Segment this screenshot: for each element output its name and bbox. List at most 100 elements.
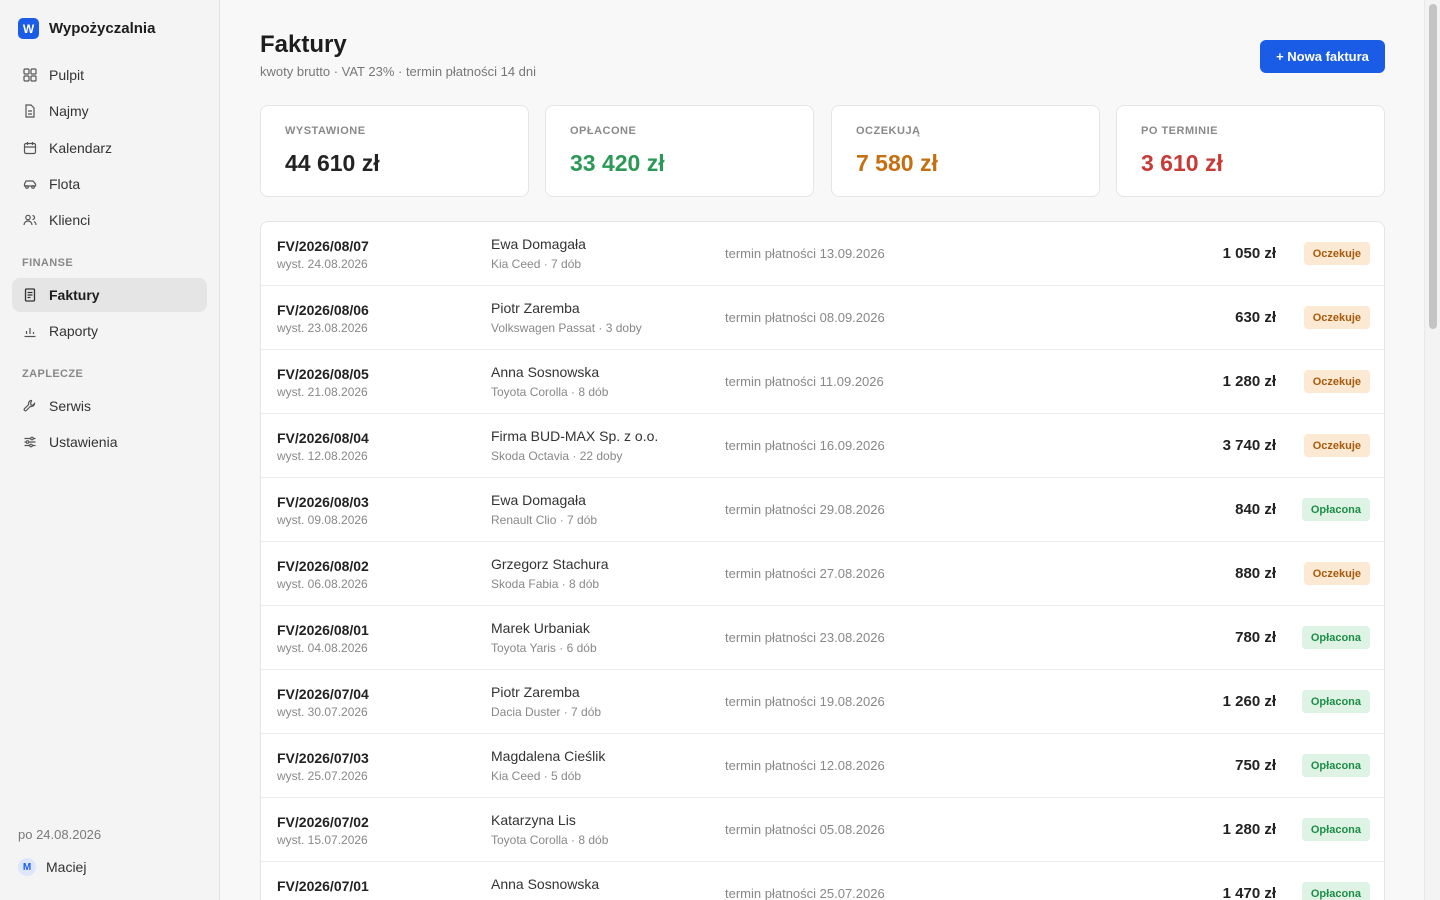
scrollbar-thumb[interactable] <box>1429 4 1437 329</box>
table-row[interactable]: FV/2026/07/01 Anna Sosnowska termin płatno… <box>261 862 1384 900</box>
due-date: termin płatności 12.08.2026 <box>725 758 885 773</box>
sidebar-item-klienci[interactable]: Klienci <box>12 203 207 237</box>
table-row[interactable]: FV/2026/08/07 wyst. 24.08.2026 Ewa Domagał… <box>261 222 1384 286</box>
section-finanse: FINANSE <box>22 257 74 269</box>
sidebar-item-pulpit[interactable]: Pulpit <box>12 58 207 92</box>
table-row[interactable]: FV/2026/07/02 wyst. 15.07.2026 Katarzyna L… <box>261 798 1384 862</box>
document-icon <box>23 104 37 118</box>
brand[interactable]: W Wypożyczalnia <box>18 18 155 39</box>
scrollbar[interactable] <box>1424 0 1440 900</box>
bar-chart-icon <box>23 324 37 338</box>
grid-icon <box>23 68 37 82</box>
invoice-number: FV/2026/08/03 <box>277 494 369 510</box>
sidebar-item-label: Najmy <box>49 103 89 119</box>
stat-card-pending: OCZEKUJĄ 7 580 zł <box>831 105 1100 197</box>
invoice-amount: 1 280 zł <box>1222 821 1276 838</box>
issue-date: wyst. 09.08.2026 <box>277 513 368 527</box>
due-date: termin płatności 19.08.2026 <box>725 694 885 709</box>
brand-logo: W <box>18 18 39 39</box>
stat-value: 7 580 zł <box>856 150 938 176</box>
user-menu[interactable]: M Maciej <box>18 858 86 876</box>
invoice-number: FV/2026/08/06 <box>277 302 369 318</box>
sidebar: W Wypożyczalnia Pulpit Najmy Kalendarz F… <box>0 0 220 900</box>
invoice-number: FV/2026/07/01 <box>277 878 369 894</box>
status-badge: Opłacona <box>1301 754 1370 777</box>
section-zaplecze: ZAPLECZE <box>22 368 84 380</box>
due-date: termin płatności 27.08.2026 <box>725 566 885 581</box>
stat-label: OPŁACONE <box>570 125 637 137</box>
sidebar-item-flota[interactable]: Flota <box>12 167 207 201</box>
stat-value: 44 610 zł <box>285 150 380 176</box>
sidebar-item-faktury[interactable]: Faktury <box>12 278 207 312</box>
client-name: Grzegorz Stachura <box>491 556 609 572</box>
table-row[interactable]: FV/2026/07/03 wyst. 25.07.2026 Magdalena C… <box>261 734 1384 798</box>
sidebar-item-label: Kalendarz <box>49 140 113 156</box>
table-row[interactable]: FV/2026/08/06 wyst. 23.08.2026 Piotr Zarem… <box>261 286 1384 350</box>
sliders-icon <box>23 435 37 449</box>
invoice-number: FV/2026/08/05 <box>277 366 369 382</box>
table-row[interactable]: FV/2026/08/01 wyst. 04.08.2026 Marek Urban… <box>261 606 1384 670</box>
status-badge: Opłacona <box>1301 626 1370 649</box>
user-name: Maciej <box>46 859 87 875</box>
status-badge: Oczekuje <box>1303 434 1370 457</box>
sidebar-item-label: Raporty <box>49 323 99 339</box>
client-name: Ewa Domagała <box>491 236 586 252</box>
rental-details: Toyota Yaris · 6 dób <box>491 641 597 655</box>
client-name: Anna Sosnowska <box>491 364 600 380</box>
invoice-amount: 880 zł <box>1235 565 1276 582</box>
sidebar-item-raporty[interactable]: Raporty <box>12 314 207 348</box>
status-badge: Opłacona <box>1301 498 1370 521</box>
status-badge: Opłacona <box>1301 690 1370 713</box>
sidebar-item-label: Serwis <box>49 398 92 414</box>
stat-value: 3 610 zł <box>1141 150 1223 176</box>
issue-date: wyst. 21.08.2026 <box>277 385 368 399</box>
status-badge: Oczekuje <box>1303 306 1370 329</box>
issue-date: wyst. 06.08.2026 <box>277 577 368 591</box>
rental-details: Kia Ceed · 7 dób <box>491 257 582 271</box>
stat-label: OCZEKUJĄ <box>856 125 921 137</box>
due-date: termin płatności 23.08.2026 <box>725 630 885 645</box>
table-row[interactable]: FV/2026/08/05 wyst. 21.08.2026 Anna Sosnow… <box>261 350 1384 414</box>
sidebar-item-serwis[interactable]: Serwis <box>12 389 207 423</box>
issue-date: wyst. 12.08.2026 <box>277 449 368 463</box>
due-date: termin płatności 16.09.2026 <box>725 438 885 453</box>
due-date: termin płatności 25.07.2026 <box>725 886 885 900</box>
client-name: Anna Sosnowska <box>491 876 600 892</box>
sidebar-item-kalendarz[interactable]: Kalendarz <box>12 131 207 165</box>
client-name: Magdalena Cieślik <box>491 748 606 764</box>
table-row[interactable]: FV/2026/07/04 wyst. 30.07.2026 Piotr Zarem… <box>261 670 1384 734</box>
stat-card-issued: WYSTAWIONE 44 610 zł <box>260 105 529 197</box>
rental-details: Dacia Duster · 7 dób <box>491 705 602 719</box>
stat-label: PO TERMINIE <box>1141 125 1219 137</box>
due-date: termin płatności 08.09.2026 <box>725 310 885 325</box>
table-row[interactable]: FV/2026/08/02 wyst. 06.08.2026 Grzegorz St… <box>261 542 1384 606</box>
table-row[interactable]: FV/2026/08/04 wyst. 12.08.2026 Firma BUD-M… <box>261 414 1384 478</box>
due-date: termin płatności 05.08.2026 <box>725 822 885 837</box>
invoice-number: FV/2026/08/04 <box>277 430 369 446</box>
invoice-number: FV/2026/07/02 <box>277 814 369 830</box>
invoice-number: FV/2026/08/01 <box>277 622 369 638</box>
invoice-amount: 840 zł <box>1235 501 1276 518</box>
due-date: termin płatności 13.09.2026 <box>725 246 885 261</box>
invoice-number: FV/2026/07/03 <box>277 750 369 766</box>
client-name: Ewa Domagała <box>491 492 586 508</box>
rental-details: Kia Ceed · 5 dób <box>491 769 582 783</box>
sidebar-item-label: Faktury <box>49 287 100 303</box>
rental-details: Toyota Corolla · 8 dób <box>491 385 609 399</box>
sidebar-item-label: Pulpit <box>49 67 85 83</box>
new-invoice-button[interactable]: + Nowa faktura <box>1260 40 1385 73</box>
page-subtitle: kwoty brutto · VAT 23% · termin płatnośc… <box>260 64 537 79</box>
client-name: Firma BUD-MAX Sp. z o.o. <box>491 428 659 444</box>
rental-details: Toyota Corolla · 8 dób <box>491 833 609 847</box>
issue-date: wyst. 15.07.2026 <box>277 833 368 847</box>
invoice-number: FV/2026/08/02 <box>277 558 369 574</box>
table-row[interactable]: FV/2026/08/03 wyst. 09.08.2026 Ewa Domagał… <box>261 478 1384 542</box>
sidebar-item-najmy[interactable]: Najmy <box>12 94 207 128</box>
sidebar-item-label: Flota <box>49 176 81 192</box>
invoice-amount: 780 zł <box>1235 629 1276 646</box>
stat-label: WYSTAWIONE <box>285 125 366 137</box>
sidebar-item-ustawienia[interactable]: Ustawienia <box>12 425 207 459</box>
wrench-icon <box>23 399 37 413</box>
car-icon <box>23 177 37 191</box>
due-date: termin płatności 29.08.2026 <box>725 502 885 517</box>
